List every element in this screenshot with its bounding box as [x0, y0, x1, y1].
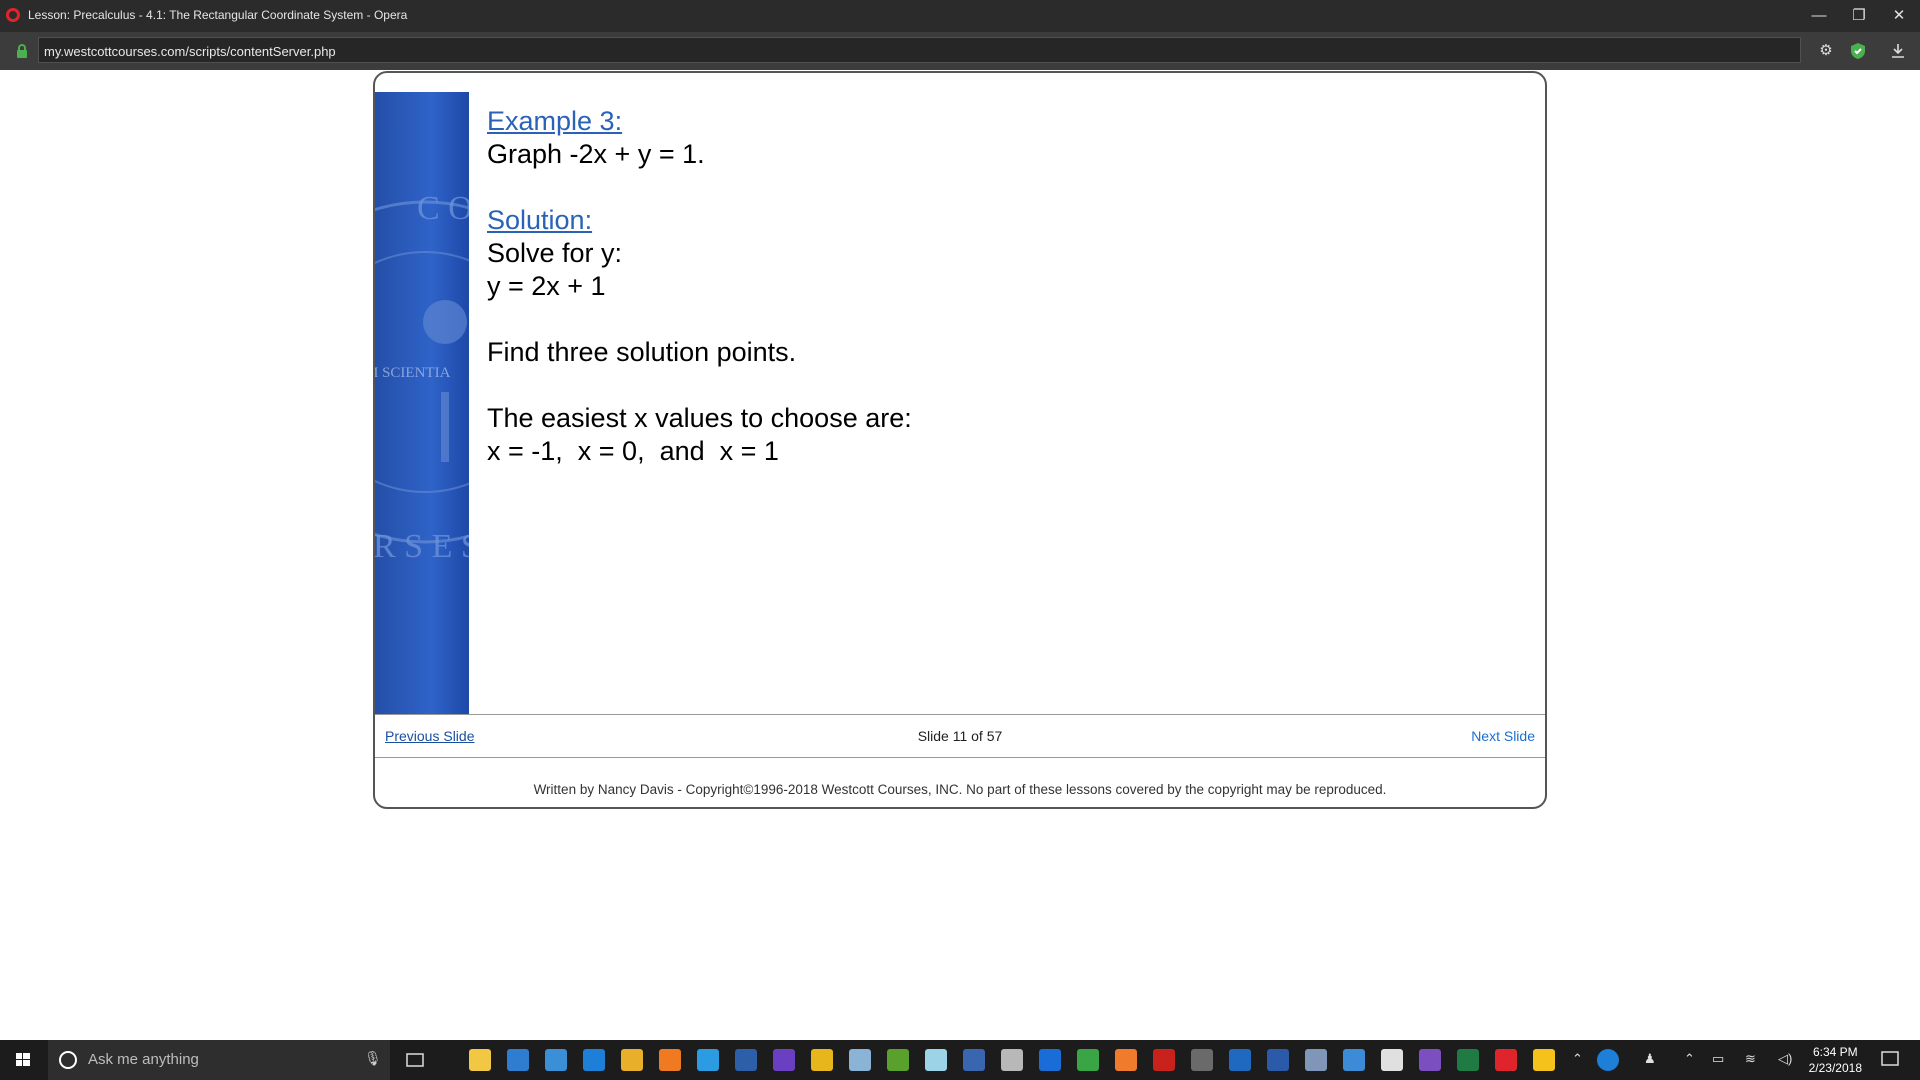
- wifi-icon[interactable]: ≋: [1745, 1051, 1756, 1067]
- taskbar: Ask me anything 🎙 ⌃ ♟ ⌃ ▭ ≋ ◁) 6:34 PM 2…: [0, 1040, 1920, 1080]
- copyright-footer: Written by Nancy Davis - Copyright©1996-…: [533, 782, 1387, 797]
- slide-side-banner: C O M SCIENTIA R S E S: [375, 92, 469, 714]
- visual-studio-icon[interactable]: [1419, 1049, 1441, 1071]
- people-icon[interactable]: ♟: [1644, 1051, 1656, 1067]
- solution-heading: Solution:: [487, 205, 593, 235]
- visual-studio-code-icon[interactable]: [545, 1049, 567, 1071]
- teamviewer-icon[interactable]: [1039, 1049, 1061, 1071]
- notes-app-icon[interactable]: [925, 1049, 947, 1071]
- search-placeholder: Ask me anything: [88, 1051, 199, 1068]
- seal-text-mid: M SCIENTIA: [375, 365, 451, 381]
- lock-icon: [17, 44, 27, 58]
- task-view-icon[interactable]: [404, 1052, 426, 1068]
- solution-step-5: x = -1, x = 0, and x = 1: [487, 436, 779, 466]
- opera-icon[interactable]: [1495, 1049, 1517, 1071]
- cortana-icon: [59, 1051, 77, 1069]
- xampp-icon[interactable]: [1115, 1049, 1137, 1071]
- sublime-icon[interactable]: [1191, 1049, 1213, 1071]
- firefox-icon[interactable]: [659, 1049, 681, 1071]
- solution-step-2: y = 2x + 1: [487, 271, 606, 301]
- filezilla-icon[interactable]: [1153, 1049, 1175, 1071]
- seal-text-bottom: R S E S: [375, 528, 469, 565]
- chrome-icon[interactable]: [621, 1049, 643, 1071]
- volume-icon[interactable]: ◁): [1778, 1051, 1792, 1067]
- window-title: Lesson: Precalculus - 4.1: The Rectangul…: [28, 8, 408, 22]
- slide-frame: C O M SCIENTIA R S E S Example 3: Graph …: [373, 71, 1547, 809]
- download-icon[interactable]: [1888, 41, 1908, 61]
- media-app-icon[interactable]: [963, 1049, 985, 1071]
- paint-app-icon[interactable]: [849, 1049, 871, 1071]
- edge-icon[interactable]: [583, 1049, 605, 1071]
- powershell-icon[interactable]: [735, 1049, 757, 1071]
- gear-icon[interactable]: ⚙: [1816, 41, 1836, 61]
- windows-start-icon[interactable]: [0, 1040, 46, 1080]
- close-button[interactable]: ✕: [1876, 0, 1920, 32]
- url-text[interactable]: my.westcottcourses.com/scripts/contentSe…: [44, 44, 336, 59]
- microphone-icon[interactable]: 🎙: [364, 1050, 382, 1067]
- lambda-app-icon[interactable]: [887, 1049, 909, 1071]
- mail-icon[interactable]: [1381, 1049, 1403, 1071]
- problem-statement: Graph -2x + y = 1.: [487, 139, 705, 169]
- presentation-app-icon[interactable]: [1533, 1049, 1555, 1071]
- seal-text-top: C O: [417, 190, 469, 227]
- camtasia-icon[interactable]: [1077, 1049, 1099, 1071]
- outlook-icon[interactable]: [1229, 1049, 1251, 1071]
- example-heading: Example 3:: [487, 106, 623, 136]
- solution-step-3: Find three solution points.: [487, 337, 797, 367]
- clock-date: 2/23/2018: [1808, 1061, 1862, 1075]
- file-explorer-icon[interactable]: [469, 1049, 491, 1071]
- clock-time: 6:34 PM: [1812, 1045, 1858, 1059]
- opera-logo-icon: [6, 8, 20, 22]
- help-icon[interactable]: [1597, 1049, 1619, 1071]
- slide-content: Example 3: Graph -2x + y = 1. Solution: …: [487, 105, 912, 468]
- remote-desktop-icon[interactable]: [1343, 1049, 1365, 1071]
- title-bar: Lesson: Precalculus - 4.1: The Rectangul…: [0, 0, 1920, 32]
- seal-watermark: C O M SCIENTIA R S E S: [375, 190, 469, 565]
- search-box[interactable]: Ask me anything 🎙: [48, 1040, 390, 1080]
- solution-step-4: The easiest x values to choose are:: [487, 403, 912, 433]
- network-app-icon[interactable]: [1305, 1049, 1327, 1071]
- battery-icon[interactable]: ▭: [1712, 1051, 1724, 1067]
- excel-icon[interactable]: [1457, 1049, 1479, 1071]
- shield-icon[interactable]: [1848, 41, 1868, 61]
- star-app-icon[interactable]: [811, 1049, 833, 1071]
- slide-counter: Slide 11 of 57: [917, 728, 1003, 744]
- solution-step-1: Solve for y:: [487, 238, 623, 268]
- next-slide-link[interactable]: Next Slide: [1471, 728, 1535, 744]
- dp-app-icon[interactable]: [773, 1049, 795, 1071]
- ie-icon[interactable]: [697, 1049, 719, 1071]
- show-hidden-icons-icon[interactable]: ⌃: [1684, 1051, 1695, 1067]
- clock[interactable]: 6:34 PM 2/23/2018: [1809, 1044, 1862, 1076]
- store-icon[interactable]: [507, 1049, 529, 1071]
- slide-navigation: Previous Slide Slide 11 of 57 Next Slide: [375, 714, 1545, 758]
- word-icon[interactable]: [1267, 1049, 1289, 1071]
- chevron-up-icon[interactable]: ⌃: [1572, 1051, 1583, 1067]
- notifications-icon[interactable]: [1880, 1050, 1902, 1070]
- address-bar: my.westcottcourses.com/scripts/contentSe…: [0, 32, 1920, 70]
- calculator-icon[interactable]: [1001, 1049, 1023, 1071]
